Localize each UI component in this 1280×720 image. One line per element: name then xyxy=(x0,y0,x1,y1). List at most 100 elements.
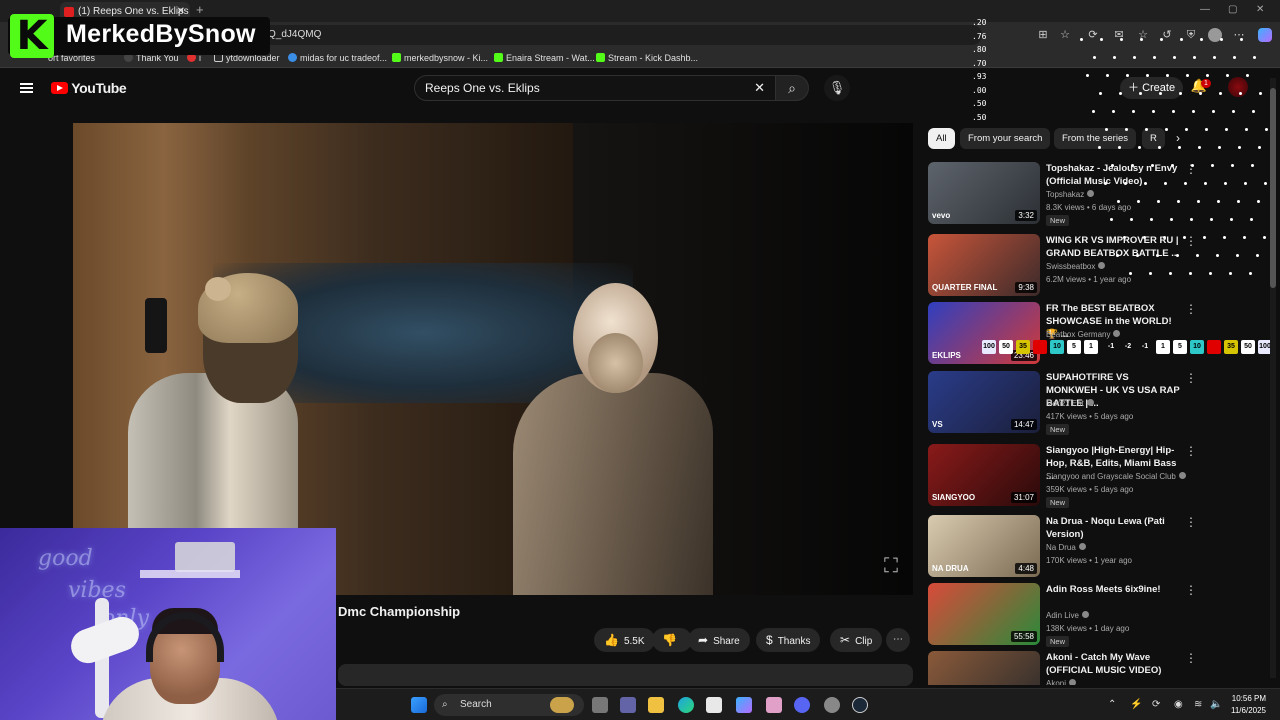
close-window-icon[interactable]: ✕ xyxy=(1256,4,1264,15)
channel-name[interactable]: Na Drua xyxy=(1046,543,1086,552)
edge-icon[interactable] xyxy=(678,697,694,713)
tray-icon[interactable]: ⚡ xyxy=(1130,699,1142,710)
scissors-icon: ✂ xyxy=(840,633,851,647)
chip-more[interactable]: R xyxy=(1142,128,1165,149)
favorites-icon[interactable]: ☆ xyxy=(1136,28,1150,42)
like-button[interactable]: 👍 5.5K xyxy=(594,628,655,652)
channel-watermark-icon[interactable]: ⛶ xyxy=(878,553,904,579)
description-box[interactable] xyxy=(338,664,913,686)
scrollbar[interactable] xyxy=(1270,78,1276,678)
tray-icon[interactable]: ⟳ xyxy=(1152,699,1160,710)
thanks-button[interactable]: $ Thanks xyxy=(756,628,821,652)
channel-name[interactable]: Swissbeatbox xyxy=(1046,262,1106,271)
video-player[interactable]: ⛶ xyxy=(73,123,913,595)
channel-name[interactable]: Topshakaz xyxy=(1046,190,1095,199)
overlay-dot xyxy=(1200,38,1203,41)
video-thumbnail[interactable]: QUARTER FINAL 9:38 xyxy=(928,234,1040,296)
voice-search-button[interactable]: 🎙 xyxy=(824,75,850,101)
video-thumbnail[interactable]: 55:58 xyxy=(928,583,1040,645)
avatar[interactable] xyxy=(1228,77,1248,97)
file-explorer-icon[interactable] xyxy=(648,697,664,713)
bookmark-item[interactable]: merkedbysnow - Ki... xyxy=(392,51,488,65)
tray-chevron-icon[interactable]: ⌃ xyxy=(1108,699,1116,710)
chrome-icon[interactable] xyxy=(824,697,840,713)
bookmark-item[interactable]: Stream - Kick Dashb... xyxy=(596,51,698,65)
overlay-dot xyxy=(1156,254,1159,257)
recommendation-item[interactable]: vevo 3:32 Topshakaz - Jealousy n Envy (Off… xyxy=(928,162,1268,226)
recommendation-title[interactable]: Adin Ross Meets 6ix9ine! xyxy=(1046,583,1181,596)
chip-from-search[interactable]: From your search xyxy=(960,128,1051,149)
video-thumbnail[interactable] xyxy=(928,651,1040,685)
search-button[interactable]: ⌕ xyxy=(775,75,809,101)
kebab-menu-icon[interactable]: ⋮ xyxy=(1185,651,1197,665)
teams-icon[interactable] xyxy=(620,697,636,713)
extension-icon[interactable]: ⟳ xyxy=(1086,28,1100,42)
kebab-menu-icon[interactable]: ⋮ xyxy=(1185,234,1197,248)
search-input[interactable]: Reeps One vs. Eklips ✕ xyxy=(414,75,780,101)
kebab-menu-icon[interactable]: ⋮ xyxy=(1185,302,1197,316)
bookmark-item[interactable]: midas for uc tradeof... xyxy=(288,51,387,65)
favorite-star-icon[interactable]: ☆ xyxy=(1058,28,1072,42)
paint-icon[interactable] xyxy=(766,697,782,713)
windows-start-icon[interactable] xyxy=(411,697,427,713)
bookmark-item[interactable]: Enaira Stream - Wat... xyxy=(494,51,595,65)
channel-name[interactable]: Monzz Ent xyxy=(1046,399,1094,408)
notification-count-badge: 1 xyxy=(1201,79,1211,88)
video-thumbnail[interactable]: VS 14:47 xyxy=(928,371,1040,433)
clip-button[interactable]: ✂ Clip xyxy=(830,628,883,652)
recommendation-item[interactable]: EKLIPS 23:46 FR The BEST BEATBOX SHOWCASE … xyxy=(928,302,1268,364)
store-icon[interactable] xyxy=(706,697,722,713)
maximize-icon[interactable]: ▢ xyxy=(1228,4,1237,15)
recommendation-title[interactable]: Akoni - Catch My Wave (OFFICIAL MUSIC VI… xyxy=(1046,651,1181,677)
more-menu-icon[interactable]: ⋯ xyxy=(1232,28,1246,42)
video-thumbnail[interactable]: SIANGYOO 31:07 xyxy=(928,444,1040,506)
clear-search-icon[interactable]: ✕ xyxy=(754,76,765,100)
tray-icon[interactable]: ◉ xyxy=(1174,699,1183,710)
copilot-taskbar-icon[interactable] xyxy=(736,697,752,713)
more-actions-button[interactable]: ⋯ xyxy=(886,628,910,652)
kebab-menu-icon[interactable]: ⋮ xyxy=(1185,515,1197,529)
steam-icon[interactable] xyxy=(852,697,868,713)
create-button[interactable]: ＋ Create xyxy=(1120,77,1184,99)
overlay-dot xyxy=(1206,74,1209,77)
discord-icon[interactable] xyxy=(794,697,810,713)
kebab-menu-icon[interactable]: ⋮ xyxy=(1185,371,1197,385)
channel-name[interactable]: Beatbox Germany xyxy=(1046,330,1121,339)
chevron-right-icon[interactable]: › xyxy=(1176,131,1180,145)
dislike-button[interactable]: 👎 xyxy=(652,628,692,652)
kebab-menu-icon[interactable]: ⋮ xyxy=(1185,583,1197,597)
recommendation-item[interactable]: SIANGYOO 31:07 Siangyoo |High-Energy| Hip-… xyxy=(928,444,1268,508)
copilot-icon[interactable] xyxy=(1258,28,1272,42)
overlay-dot xyxy=(1169,272,1172,275)
share-button[interactable]: ➦ Share xyxy=(688,628,750,652)
recommendation-item[interactable]: 55:58 Adin Ross Meets 6ix9ine! Adin Live 13… xyxy=(928,583,1268,647)
recommendation-title[interactable]: Na Drua - Noqu Lewa (Pati Version) xyxy=(1046,515,1181,541)
recommendation-item[interactable]: Akoni - Catch My Wave (OFFICIAL MUSIC VI… xyxy=(928,651,1268,685)
widgets-icon[interactable] xyxy=(550,697,574,713)
app-icon[interactable]: ⊞ xyxy=(1036,28,1050,42)
extension2-icon[interactable]: ✉ xyxy=(1112,28,1126,42)
minimize-icon[interactable]: — xyxy=(1200,4,1210,15)
youtube-logo[interactable]: YouTube xyxy=(51,80,127,96)
channel-name[interactable]: Adin Live xyxy=(1046,611,1089,620)
chip-all[interactable]: All xyxy=(928,128,955,149)
scrollbar-thumb[interactable] xyxy=(1270,88,1276,288)
task-view-icon[interactable] xyxy=(592,697,608,713)
kebab-menu-icon[interactable]: ⋮ xyxy=(1185,444,1197,458)
new-tab-icon[interactable]: + xyxy=(196,2,204,17)
channel-name[interactable]: Siangyoo and Grayscale Social Club xyxy=(1046,472,1186,481)
recommendation-item[interactable]: NA DRUA 4:48 Na Drua - Noqu Lewa (Pati Ver… xyxy=(928,515,1268,577)
recommendation-item[interactable]: QUARTER FINAL 9:38 WING KR VS IMPROVER RU … xyxy=(928,234,1268,296)
video-thumbnail[interactable]: NA DRUA 4:48 xyxy=(928,515,1040,577)
shield-icon[interactable]: ⛨ xyxy=(1184,28,1198,42)
hamburger-menu-icon[interactable] xyxy=(20,81,33,95)
recommendation-title[interactable]: WING KR VS IMPROVER RU | GRAND BEATBOX B… xyxy=(1046,234,1181,260)
video-thumbnail[interactable]: vevo 3:32 xyxy=(928,162,1040,224)
volume-icon[interactable]: 🔈 xyxy=(1210,699,1222,710)
recommendation-item[interactable]: VS 14:47 SUPAHOTFIRE VS MONKWEH - UK VS US… xyxy=(928,371,1268,435)
taskbar-clock[interactable]: 10:56 PM 11/6/2025 xyxy=(1231,693,1266,717)
video-thumbnail[interactable]: EKLIPS 23:46 xyxy=(928,302,1040,364)
chip-from-series[interactable]: From the series xyxy=(1054,128,1136,149)
wifi-icon[interactable]: ≋ xyxy=(1194,699,1202,710)
channel-name[interactable]: Akoni xyxy=(1046,679,1077,685)
